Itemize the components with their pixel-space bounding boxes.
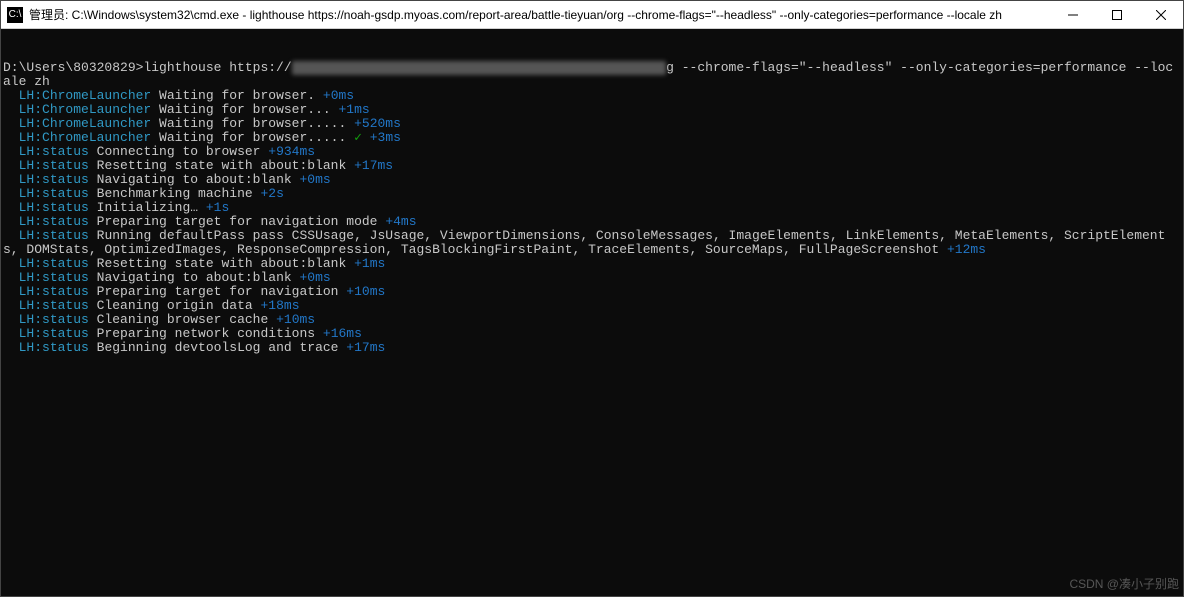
log-line: LH:ChromeLauncher Waiting for browser...… — [3, 117, 1181, 131]
minimize-icon — [1068, 10, 1078, 20]
log-line: LH:status Cleaning origin data +18ms — [3, 299, 1181, 313]
window-controls — [1051, 1, 1183, 28]
log-line: LH:status Resetting state with about:bla… — [3, 257, 1181, 271]
window-title: 管理员: C:\Windows\system32\cmd.exe - light… — [29, 6, 1051, 23]
log-line: LH:ChromeLauncher Waiting for browser...… — [3, 103, 1181, 117]
prompt-line: D:\Users\80320829>lighthouse https://███… — [3, 61, 1181, 89]
terminal-area[interactable]: D:\Users\80320829>lighthouse https://███… — [1, 29, 1183, 596]
close-icon — [1156, 10, 1166, 20]
log-line: LH:status Cleaning browser cache +10ms — [3, 313, 1181, 327]
log-line: LH:ChromeLauncher Waiting for browser. +… — [3, 89, 1181, 103]
maximize-button[interactable] — [1095, 1, 1139, 28]
log-line: LH:ChromeLauncher Waiting for browser...… — [3, 131, 1181, 145]
titlebar[interactable]: C:\ 管理员: C:\Windows\system32\cmd.exe - l… — [1, 1, 1183, 29]
log-line: LH:status Initializing… +1s — [3, 201, 1181, 215]
log-line: LH:status Navigating to about:blank +0ms — [3, 173, 1181, 187]
log-line: LH:status Preparing network conditions +… — [3, 327, 1181, 341]
cmd-window: C:\ 管理员: C:\Windows\system32\cmd.exe - l… — [0, 0, 1184, 597]
cmd-icon: C:\ — [7, 7, 23, 23]
minimize-button[interactable] — [1051, 1, 1095, 28]
terminal-output: D:\Users\80320829>lighthouse https://███… — [3, 61, 1181, 355]
close-button[interactable] — [1139, 1, 1183, 28]
maximize-icon — [1112, 10, 1122, 20]
log-line: LH:status Running defaultPass pass CSSUs… — [3, 229, 1181, 257]
watermark: CSDN @凑小子别跑 — [1069, 575, 1179, 592]
log-line: LH:status Connecting to browser +934ms — [3, 145, 1181, 159]
log-line: LH:status Benchmarking machine +2s — [3, 187, 1181, 201]
log-line: LH:status Resetting state with about:bla… — [3, 159, 1181, 173]
log-line: LH:status Beginning devtoolsLog and trac… — [3, 341, 1181, 355]
log-line: LH:status Preparing target for navigatio… — [3, 285, 1181, 299]
log-line: LH:status Preparing target for navigatio… — [3, 215, 1181, 229]
log-line: LH:status Navigating to about:blank +0ms — [3, 271, 1181, 285]
